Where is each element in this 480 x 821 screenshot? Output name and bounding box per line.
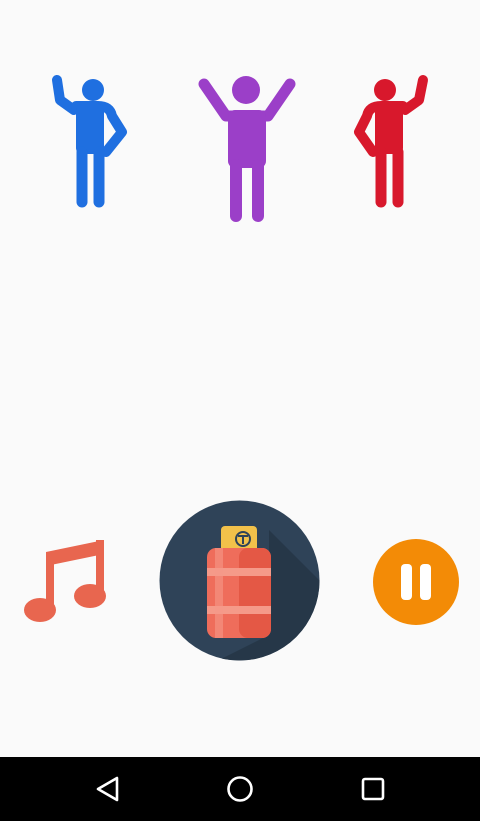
pause-icon <box>372 539 460 630</box>
back-triangle-icon <box>87 776 127 813</box>
music-note-icon <box>20 540 110 632</box>
home-circle-icon <box>220 776 260 813</box>
navigation-bar <box>0 757 480 821</box>
pause-button[interactable] <box>372 538 460 626</box>
person-raising-left-hand-icon[interactable] <box>40 70 140 215</box>
music-button[interactable] <box>20 536 110 628</box>
person-raising-right-hand-icon[interactable] <box>345 70 440 215</box>
recents-square-icon <box>353 777 393 813</box>
gas-cylinder-button[interactable] <box>159 500 320 661</box>
home-button[interactable] <box>220 769 260 809</box>
gas-cylinder-icon <box>159 500 320 665</box>
person-raising-both-hands-icon[interactable] <box>192 70 302 228</box>
recents-button[interactable] <box>353 769 393 809</box>
app-screen <box>0 0 480 757</box>
back-button[interactable] <box>87 769 127 809</box>
